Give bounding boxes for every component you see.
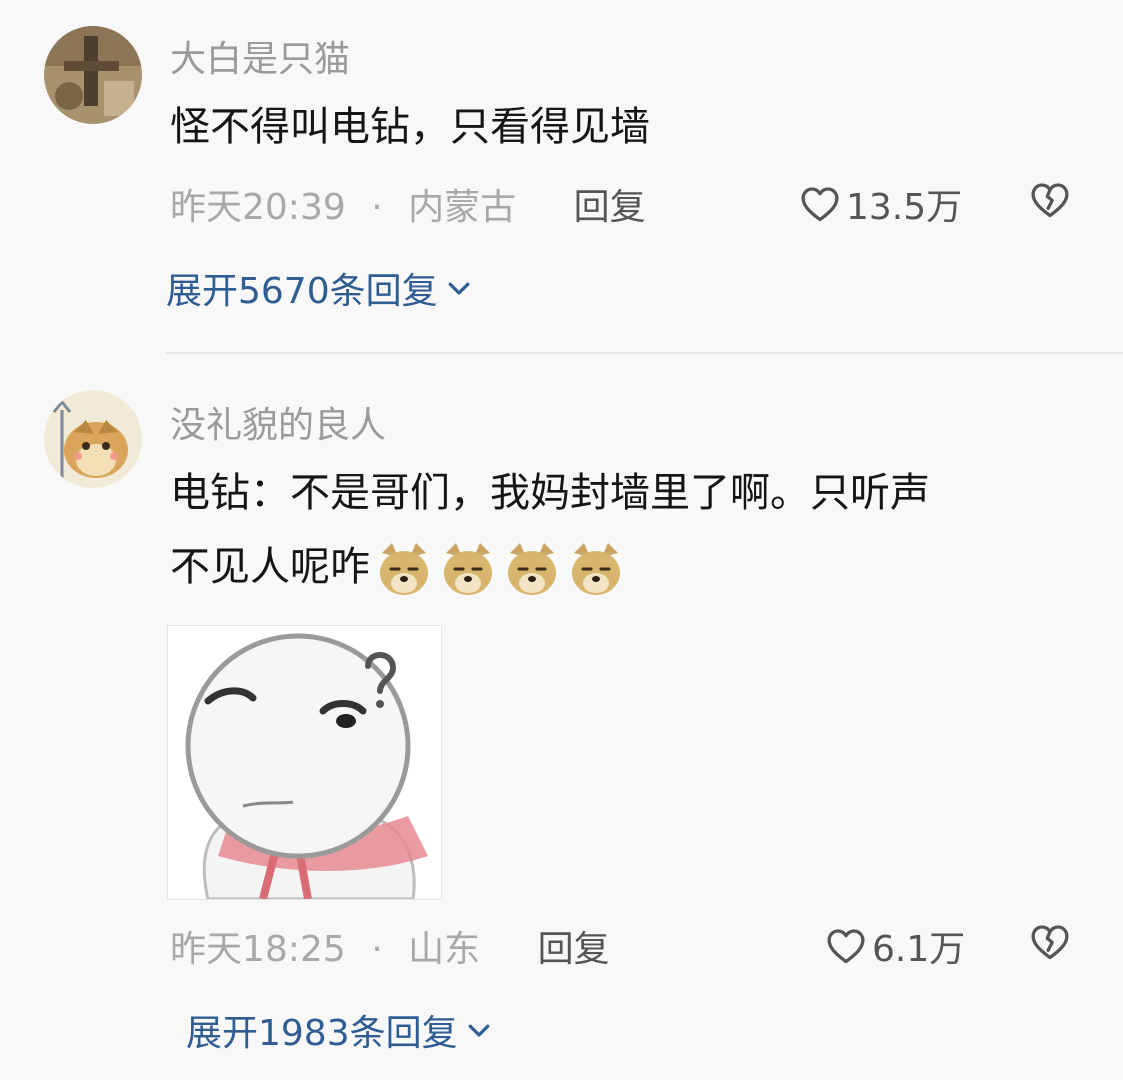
heart-outline-icon <box>827 929 865 964</box>
heart-outline-icon <box>801 187 839 222</box>
location: 山东 <box>408 929 481 970</box>
dislike-button[interactable] <box>1028 920 1072 964</box>
avatar[interactable] <box>44 26 142 124</box>
meta-separator: · <box>371 187 383 228</box>
expand-replies-button[interactable]: 展开1983条回复 <box>186 1004 494 1056</box>
chevron-down-icon <box>448 282 469 295</box>
like-button[interactable]: 6.1万 <box>824 920 965 972</box>
expand-replies-label: 展开1983条回复 <box>186 1013 458 1054</box>
timestamp: 昨天18:25 <box>170 929 346 970</box>
doge-emoji-icon <box>374 539 434 599</box>
comment-text-line: 不见人呢咋 <box>170 530 930 604</box>
broken-heart-icon <box>1031 183 1069 218</box>
comment-meta: 昨天18:25 · 山东 回复 <box>170 920 610 972</box>
like-count: 13.5万 <box>846 187 963 228</box>
comment-text: 电钻：不是哥们，我妈封墙里了啊。只听声 不见人呢咋 <box>170 456 930 604</box>
comment-text-tail: 不见人呢咋 <box>170 544 370 590</box>
reply-button[interactable]: 回复 <box>538 929 610 970</box>
comment-text: 怪不得叫电钻，只看得见墙 <box>170 104 650 150</box>
chevron-down-icon <box>468 1024 489 1037</box>
sticker-image[interactable] <box>167 625 442 900</box>
comment-meta: 昨天20:39 · 内蒙古 回复 <box>170 178 646 230</box>
comment-divider <box>166 352 1123 354</box>
expand-replies-button[interactable]: 展开5670条回复 <box>166 262 474 314</box>
dislike-button[interactable] <box>1028 178 1072 222</box>
location: 内蒙古 <box>408 187 517 228</box>
broken-heart-icon <box>1031 925 1069 960</box>
like-button[interactable]: 13.5万 <box>798 178 962 230</box>
doge-emoji-icon <box>502 539 562 599</box>
comment-text-line: 电钻：不是哥们，我妈封墙里了啊。只听声 <box>170 470 930 516</box>
username[interactable]: 大白是只猫 <box>170 30 350 82</box>
doge-emoji-icon <box>438 539 498 599</box>
expand-replies-label: 展开5670条回复 <box>166 271 438 312</box>
username[interactable]: 没礼貌的良人 <box>170 396 386 448</box>
timestamp: 昨天20:39 <box>170 187 346 228</box>
doge-emoji-icon <box>566 539 626 599</box>
like-count: 6.1万 <box>872 929 966 970</box>
meta-separator: · <box>371 929 383 970</box>
reply-button[interactable]: 回复 <box>574 187 646 228</box>
avatar[interactable] <box>44 390 142 488</box>
